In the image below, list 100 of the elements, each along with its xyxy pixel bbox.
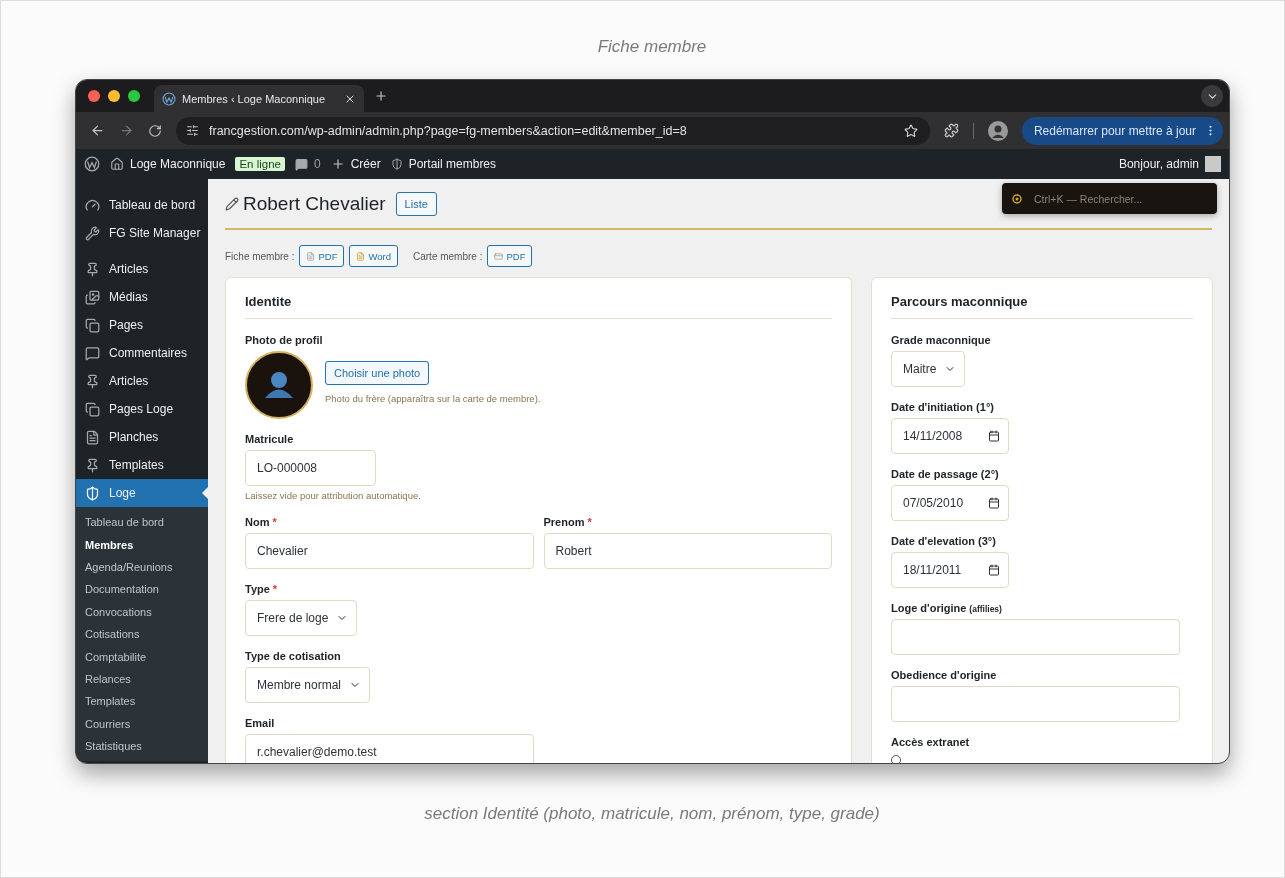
- text-field[interactable]: [891, 686, 1180, 722]
- status-badge: En ligne: [235, 157, 285, 171]
- field-label: Matricule: [245, 433, 294, 445]
- search-field[interactable]: Ctrl+K — Rechercher...: [1032, 191, 1192, 206]
- card-title: Parcours maconnique: [891, 294, 1193, 319]
- field-label: Date d'initiation (1°): [891, 401, 994, 413]
- dropdown[interactable]: Frere de loge: [245, 600, 358, 636]
- avatar-icon: [245, 351, 313, 419]
- submenu-item[interactable]: Templates: [76, 690, 208, 713]
- logo-icon[interactable]: [84, 156, 100, 172]
- update-button[interactable]: Redémarrer pour mettre à jour: [1021, 116, 1223, 145]
- home-icon: [110, 157, 124, 171]
- list-button[interactable]: Liste: [395, 192, 437, 216]
- dropdown[interactable]: Membre normal: [245, 667, 371, 703]
- field-label: Accès extranet: [891, 736, 970, 748]
- date-field[interactable]: 18/11/2011: [891, 552, 1009, 588]
- portal-link[interactable]: Portail membres: [390, 157, 497, 171]
- site-settings-icon[interactable]: [186, 124, 199, 137]
- field-label: Email: [245, 717, 275, 729]
- menu-item[interactable]: Pages Loge: [76, 395, 208, 423]
- required-mark: *: [272, 516, 277, 528]
- submenu-item[interactable]: Membres: [76, 533, 208, 556]
- maximize-button[interactable]: [128, 90, 140, 102]
- menu-item[interactable]: Planches: [76, 423, 208, 451]
- submenu-item[interactable]: Statistiques: [76, 734, 208, 758]
- comments-link[interactable]: 0: [295, 157, 321, 171]
- field-label: Obedience d'origine: [891, 669, 997, 681]
- shield-icon: [390, 158, 403, 170]
- submenu-item[interactable]: Documentation: [76, 578, 208, 601]
- radio-button[interactable]: [891, 755, 901, 763]
- menu-item[interactable]: Loge: [76, 479, 208, 507]
- dropdown[interactable]: Maitre: [891, 351, 966, 387]
- close-button[interactable]: [88, 90, 100, 102]
- back-icon[interactable]: [90, 123, 105, 138]
- wrench-icon: [85, 225, 100, 241]
- field-label: Photo de profil: [245, 334, 323, 346]
- export-button[interactable]: Word: [349, 245, 398, 267]
- field-label: Prenom: [543, 516, 585, 528]
- field-label: Loge d'origine: [891, 602, 967, 614]
- menu-item[interactable]: Commentaires: [76, 339, 208, 367]
- text-field[interactable]: Robert: [543, 533, 832, 569]
- tab-menu-button[interactable]: [1201, 85, 1223, 107]
- field-label: Date d'elevation (3°): [891, 535, 996, 547]
- date-field[interactable]: 07/05/2010: [891, 485, 1009, 521]
- pin-icon: [85, 373, 100, 389]
- submenu-item[interactable]: Convocations: [76, 600, 208, 623]
- submenu-item[interactable]: Relances: [76, 667, 208, 691]
- field-label: Grade maconnique: [891, 334, 991, 346]
- puzzle-icon[interactable]: [943, 123, 959, 138]
- search-box[interactable]: Ctrl+K — Rechercher...: [1002, 183, 1217, 214]
- new-tab-icon[interactable]: [374, 89, 388, 103]
- submenu-item[interactable]: Comptabilite: [76, 645, 208, 668]
- field-hint: Laissez vide pour attribution automatique.: [245, 490, 422, 502]
- pages-icon: [85, 401, 100, 417]
- text-field[interactable]: LO-000008: [245, 450, 376, 486]
- choose-photo-button[interactable]: Choisir une photo: [325, 361, 430, 385]
- pin-icon: [85, 261, 100, 277]
- minimize-button[interactable]: [108, 90, 120, 102]
- text-field[interactable]: [891, 619, 1180, 655]
- avatar-icon: [1205, 156, 1221, 172]
- card-icon: [494, 251, 504, 261]
- required-mark: *: [272, 583, 278, 595]
- required-mark: *: [587, 516, 592, 528]
- submenu-item[interactable]: Agenda/Reunions: [76, 555, 208, 579]
- export-label: Carte membre :: [413, 250, 483, 262]
- export-button[interactable]: PDF: [299, 245, 345, 267]
- export-button[interactable]: PDF: [487, 245, 533, 267]
- plus-icon: [330, 157, 345, 171]
- document-icon: [85, 429, 100, 445]
- menu-item[interactable]: Tableau de bord: [76, 191, 208, 219]
- menu-item[interactable]: Templates: [76, 451, 208, 479]
- menu-item[interactable]: Articles: [76, 367, 208, 395]
- calendar-icon: [988, 497, 1000, 509]
- page-title: Robert Chevalier: [243, 193, 386, 215]
- circle-icon: [1012, 193, 1022, 204]
- menu-item[interactable]: Articles: [76, 255, 208, 283]
- star-icon[interactable]: [903, 123, 918, 138]
- browser-tab[interactable]: Membres ‹ Loge Maconnique: [154, 85, 364, 112]
- text-field[interactable]: Chevalier: [245, 533, 534, 569]
- logo-icon[interactable]: [162, 91, 176, 106]
- reload-icon[interactable]: [148, 123, 162, 138]
- forward-icon[interactable]: [119, 123, 134, 138]
- calendar-icon: [988, 564, 1000, 576]
- text-field[interactable]: r.chevalier@demo.test: [245, 734, 534, 763]
- address-bar[interactable]: francgestion.com/wp-admin/admin.php?page=fg-members&action=edit&member_id=8: [176, 116, 930, 145]
- menu-item[interactable]: Pages: [76, 311, 208, 339]
- profile-icon[interactable]: [987, 120, 1008, 141]
- field-hint: Photo du frère (apparaîtra sur la carte de membre).: [325, 393, 541, 404]
- submenu-item[interactable]: Tableau de bord: [76, 511, 208, 534]
- site-link[interactable]: Loge Maconnique: [110, 157, 226, 171]
- date-field[interactable]: 14/11/2008: [891, 418, 1009, 454]
- submenu-item[interactable]: Cotisations: [76, 622, 208, 646]
- account-link[interactable]: Bonjour, admin: [1118, 156, 1221, 172]
- submenu-item[interactable]: Courriers: [76, 712, 208, 735]
- pencil-icon: [225, 197, 239, 211]
- export-label: Fiche membre :: [225, 250, 295, 262]
- menu-item[interactable]: FG Site Manager: [76, 219, 208, 247]
- caption: section Identité (photo, matricule, nom, prénom, type, grade): [424, 804, 880, 824]
- new-link[interactable]: Créer: [330, 157, 381, 171]
- menu-item[interactable]: Médias: [76, 283, 208, 311]
